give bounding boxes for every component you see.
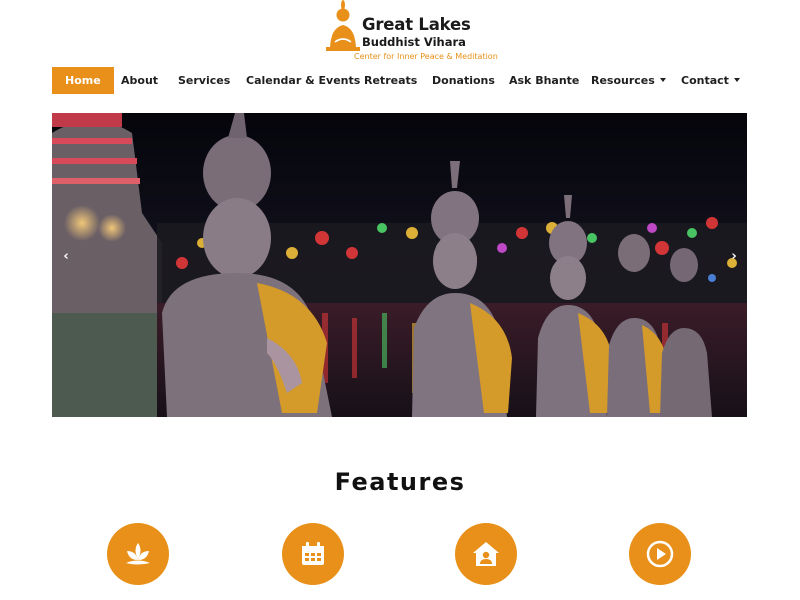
nav-item-resources[interactable]: Resources [591,67,666,94]
nav-item-retreats[interactable]: Retreats [364,67,417,94]
hero-carousel[interactable] [52,113,747,417]
chevron-down-icon [733,78,740,82]
nav-item-ask-bhante[interactable]: Ask Bhante [509,67,579,94]
logo-tagline: Center for Inner Peace & Meditation [354,52,498,61]
house-user-icon [473,542,499,566]
main-nav: Home About Services Calendar & Events Re… [52,67,752,94]
feature-house-icon[interactable] [455,523,517,585]
nav-item-donations[interactable]: Donations [432,67,495,94]
nav-item-resources-label: Resources [591,74,655,87]
features-heading: Features [334,468,466,496]
buddha-logo-icon [326,0,360,51]
nav-item-calendar-events[interactable]: Calendar & Events [246,67,360,94]
calendar-icon [302,542,324,565]
hero-image [52,113,747,417]
nav-item-about[interactable]: About [121,67,158,94]
carousel-prev-button[interactable]: ‹ [59,250,73,264]
nav-item-contact-label: Contact [681,74,729,87]
chevron-down-icon [659,78,666,82]
nav-item-home[interactable]: Home [52,67,114,94]
logo-title: Great Lakes [362,15,471,34]
feature-play-icon[interactable] [629,523,691,585]
carousel-next-button[interactable]: › [727,250,741,264]
feature-calendar-icon[interactable] [282,523,344,585]
logo-subtitle: Buddhist Vihara [362,35,466,49]
feature-lotus-icon[interactable] [107,523,169,585]
play-circle-icon [646,540,674,568]
nav-item-services[interactable]: Services [178,67,230,94]
lotus-icon [126,543,150,565]
site-logo[interactable]: Great Lakes Buddhist Vihara Center for I… [326,0,498,64]
nav-item-contact[interactable]: Contact [681,67,740,94]
